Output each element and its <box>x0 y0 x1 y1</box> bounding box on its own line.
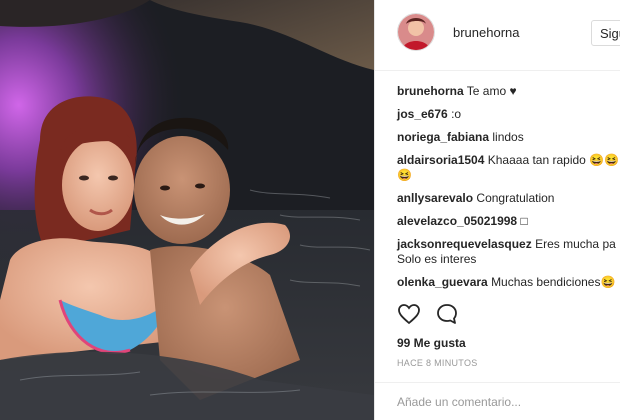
couple-pool-photo <box>0 0 374 420</box>
comment-username[interactable]: aldairsoria1504 <box>397 153 484 167</box>
comment-item: jos_e676 :o <box>397 107 620 122</box>
comment-text: □ <box>520 214 528 228</box>
comment-item: noriega_fabiana lindos <box>397 130 620 145</box>
comment-icon[interactable] <box>435 302 459 331</box>
timestamp: HACE 8 MINUTOS <box>397 358 478 368</box>
comment-item: alevelazco_05021998 □ <box>397 214 620 229</box>
comment-username[interactable]: noriega_fabiana <box>397 130 489 144</box>
comment-text: lindos <box>492 130 524 144</box>
comment-text: :o <box>451 107 462 121</box>
comment-item: jacksonrequevelasquez Eres mucha pa Solo… <box>397 237 620 267</box>
comment-text-continued: Solo es interes <box>397 252 477 266</box>
comment-item: aldairsoria1504 Khaaaa tan rapido 😆😆 😆 <box>397 153 620 183</box>
comments-list: brunehorna Te amo ♥ jos_e676 :o noriega_… <box>397 84 620 298</box>
comment-username[interactable]: alevelazco_05021998 <box>397 214 517 228</box>
caption-heart: ♥ <box>509 84 517 98</box>
add-comment-area <box>375 382 620 420</box>
avatar-image <box>398 14 434 50</box>
comment-username[interactable]: jos_e676 <box>397 107 448 121</box>
add-comment-input[interactable] <box>397 395 607 409</box>
comment-username[interactable]: anllysarevalo <box>397 191 473 205</box>
post-sidebar: brunehorna Sigu brunehorna Te amo ♥ jos_… <box>374 0 620 420</box>
header-username[interactable]: brunehorna <box>453 25 520 40</box>
caption-text: Te amo <box>466 84 507 98</box>
follow-button[interactable]: Sigu <box>591 20 620 46</box>
comment-item: anllysarevalo Congratulation <box>397 191 620 206</box>
comment-username[interactable]: jacksonrequevelasquez <box>397 237 532 251</box>
caption-username[interactable]: brunehorna <box>397 84 464 98</box>
comment-text: Congratulation <box>476 191 555 205</box>
caption: brunehorna Te amo ♥ <box>397 84 620 99</box>
likes-count[interactable]: 99 Me gusta <box>397 336 466 350</box>
avatar[interactable] <box>397 13 435 51</box>
comment-text: Muchas bendiciones😆 <box>491 275 616 289</box>
comment-text-continued: 😆 <box>397 168 412 182</box>
post-photo[interactable] <box>0 0 374 420</box>
comment-username[interactable]: olenka_guevara <box>397 275 488 289</box>
comment-text: Khaaaa tan rapido 😆😆 <box>487 153 620 167</box>
heart-icon[interactable] <box>397 302 421 331</box>
comment-item: olenka_guevara Muchas bendiciones😆 <box>397 275 620 290</box>
comment-text: Eres mucha pa <box>535 237 616 251</box>
post-header: brunehorna Sigu <box>375 0 620 71</box>
